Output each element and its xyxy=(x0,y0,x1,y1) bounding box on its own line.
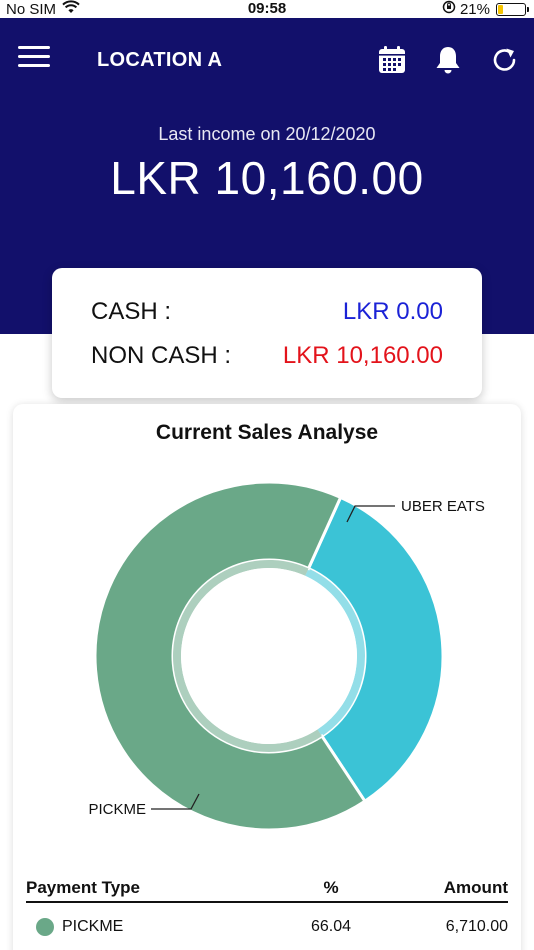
non-cash-row: NON CASH : LKR 10,160.00 xyxy=(91,342,443,370)
cash-row: CASH : LKR 0.00 xyxy=(91,298,443,326)
orientation-lock-icon xyxy=(442,0,456,18)
cash-label: CASH : xyxy=(91,298,172,325)
location-title: LOCATION A xyxy=(97,49,223,71)
donut-hole xyxy=(181,568,357,744)
non-cash-value: LKR 10,160.00 xyxy=(282,342,443,369)
svg-text:UBER EATS: UBER EATS xyxy=(401,498,485,515)
status-bar: No SIM 09:58 21% xyxy=(0,0,534,18)
payment-table: Payment Type % Amount PICKME 66.04 6,710… xyxy=(26,878,508,950)
total-income-amount: LKR 10,160.00 xyxy=(110,152,424,204)
payment-type-cell: PICKME xyxy=(26,918,296,936)
non-cash-label: NON CASH : xyxy=(91,342,232,369)
refresh-icon[interactable] xyxy=(489,44,521,76)
bell-icon[interactable] xyxy=(432,44,464,76)
payment-type-label: PICKME xyxy=(62,918,124,935)
status-right: 21% xyxy=(442,0,529,18)
battery-percent: 21% xyxy=(459,0,490,18)
sales-donut-chart: UBER EATS PICKME xyxy=(88,480,485,832)
table-row[interactable]: PICKME 66.04 6,710.00 xyxy=(26,903,508,950)
header-payment-type: Payment Type xyxy=(26,878,141,897)
last-income-label: Last income on 20/12/2020 xyxy=(158,124,376,144)
battery-fill xyxy=(498,4,504,14)
calendar-icon[interactable] xyxy=(376,44,408,76)
cash-value: LKR 0.00 xyxy=(342,298,443,325)
cash-summary-card: CASH : LKR 0.00 NON CASH : LKR 10,160.00 xyxy=(52,268,482,398)
header-percent: % xyxy=(323,878,339,897)
amount-cell: 6,710.00 xyxy=(445,918,508,935)
svg-text:PICKME: PICKME xyxy=(88,801,146,818)
sales-analysis-panel: Current Sales Analyse UBER EATS PICKME xyxy=(13,404,521,950)
battery-icon xyxy=(496,2,529,16)
table-header: Payment Type % Amount xyxy=(26,878,508,903)
percent-cell: 66.04 xyxy=(310,918,352,935)
legend-dot xyxy=(36,918,54,936)
header-amount: Amount xyxy=(443,878,508,897)
menu-icon[interactable] xyxy=(18,46,50,70)
